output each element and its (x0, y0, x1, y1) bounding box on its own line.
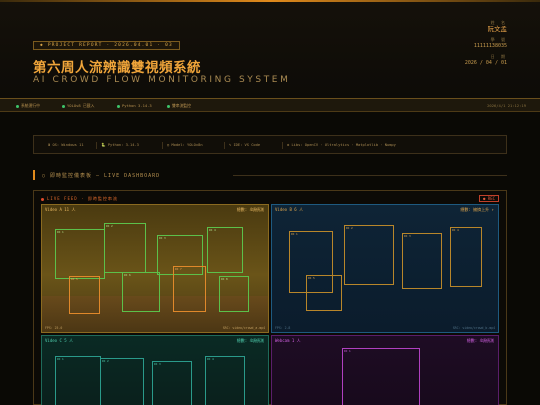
detection-box: ID 2 (100, 358, 144, 405)
live-dot-icon (41, 197, 44, 201)
feed-count: 總數: 4項偵測 (466, 338, 494, 343)
status-item-running: 系統運行中 (16, 103, 40, 109)
feed-fps: FPS: 2.8 (275, 326, 291, 330)
status-item-python: Python 3.14.3 (117, 103, 152, 108)
feed-title: Webcam 1 人 (275, 338, 301, 343)
feed-count: 總數: 4項偵測 (236, 207, 264, 212)
section-heading: ◯ 即時監控儀表板 — LIVE DASHBOARD (33, 170, 507, 180)
detection-box: ID 1 (342, 348, 420, 405)
video-feed-b[interactable]: Video B 6 人 總數: 擁擠上升 ↑ ID 1 ID 2 ID 3 ID… (271, 204, 499, 333)
meta-value-id: 11111138035 (473, 43, 507, 49)
feed-title: Video A 11 人 (45, 207, 76, 212)
env-chip-model: ◎ Model: YOLOv8n (162, 142, 203, 149)
status-bar: 系統運行中 YOLOv8 已載入 Python 3.14.3 雙串流監控 202… (0, 99, 540, 112)
detection-box: ID 8 (219, 276, 249, 312)
rec-indicator: ● REC (479, 195, 499, 202)
live-feed-label: LIVE FEED · 即時監控串流 (41, 196, 118, 202)
feed-count: 總數: 擁擠上升 ↑ (460, 207, 494, 212)
page-subtitle: AI CROWD FLOW MONITORING SYSTEM (33, 75, 291, 85)
student-meta: 姓 名 阮文孟 學 號 11111138035 日 期 2026 / 04 / … (447, 16, 507, 67)
feed-count: 總數: 4項偵測 (236, 338, 264, 343)
status-dot-icon (16, 104, 19, 108)
meta-value-name: 阮文孟 (487, 25, 508, 33)
status-dot-icon (167, 104, 170, 108)
video-feed-c[interactable]: Video C 5 人 總數: 4項偵測 ID 1 ID 2 ID 3 ID 4 (41, 335, 269, 405)
detection-box: ID 6 (122, 272, 160, 312)
detection-box: ID 5 (69, 276, 100, 314)
section-divider (233, 175, 507, 176)
detection-box: ID 3 (402, 233, 442, 289)
detection-box: ID 7 (173, 266, 206, 312)
feed-fps: FPS: 25.0 (45, 326, 63, 330)
detection-box: ID 4 (207, 227, 243, 273)
status-timestamp: 2026/4/1 21:12:19 (487, 103, 526, 108)
section-accent-bar (33, 170, 35, 180)
detection-box: ID 3 (152, 361, 192, 405)
live-dashboard-panel: LIVE FEED · 即時監控串流 ● REC Video A 11 人 總數… (33, 190, 507, 405)
detection-box: ID 4 (205, 356, 245, 405)
detection-box: ID 4 (450, 227, 482, 287)
page-title: 第六周人流辨識雙視頻系統 (33, 60, 201, 76)
feed-source: SRC: video/crowd_b.mp4 (452, 326, 495, 330)
env-chip-python: 🐍 Python: 3.14.3 (96, 142, 139, 149)
feed-source: SRC: video/crowd_a.mp4 (222, 326, 265, 330)
webcam-feed[interactable]: Webcam 1 人 總數: 4項偵測 ID 1 (271, 335, 499, 405)
header-accent-line (0, 0, 540, 2)
detection-box: ID 2 (104, 223, 146, 273)
report-header: ◆ PROJECT REPORT · 2026.04.01 · 03 第六周人流… (0, 0, 540, 99)
detection-box: ID 2 (344, 225, 394, 285)
environment-chips: ⊞ OS: Windows 11 🐍 Python: 3.14.3 ◎ Mode… (33, 135, 507, 154)
status-dot-icon (117, 104, 120, 108)
env-chip-os: ⊞ OS: Windows 11 (48, 143, 84, 147)
project-badge: ◆ PROJECT REPORT · 2026.04.01 · 03 (33, 41, 180, 50)
feed-title: Video C 5 人 (45, 338, 74, 343)
status-item-dual-stream: 雙串流監控 (167, 103, 191, 109)
section-title: ◯ 即時監控儀表板 — LIVE DASHBOARD (42, 173, 161, 179)
env-chip-libs: ⚙ Libs: OpenCV · Ultralytics · Matplotli… (282, 142, 396, 149)
status-dot-icon (62, 104, 65, 108)
meta-value-date: 2026 / 04 / 01 (464, 60, 507, 66)
video-feed-a[interactable]: Video A 11 人 總數: 4項偵測 ID 1 ID 2 ID 3 ID … (41, 204, 269, 333)
detection-box: ID 1 (55, 229, 105, 279)
detection-box: ID 1 (55, 356, 101, 405)
feed-title: Video B 6 人 (275, 207, 304, 212)
status-item-model: YOLOv8 已載入 (62, 103, 94, 109)
env-chip-ide: ✎ IDE: VS Code (224, 142, 260, 149)
detection-box: ID 5 (306, 275, 342, 311)
